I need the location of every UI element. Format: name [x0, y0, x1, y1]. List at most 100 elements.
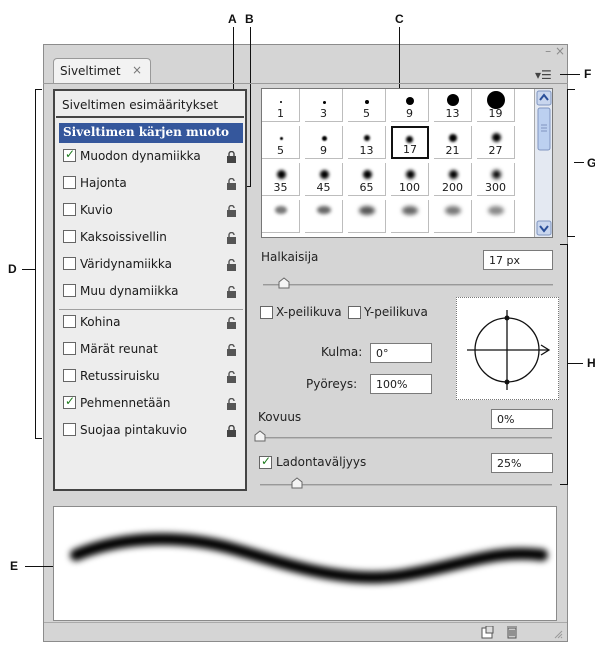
checkbox[interactable]: [63, 315, 76, 328]
list-item-protect-texture[interactable]: Suojaa pintakuvio: [59, 423, 243, 443]
brush-tip-cell[interactable]: 1: [262, 89, 300, 122]
brush-tip-cell[interactable]: 21: [434, 126, 472, 159]
brush-tip-cell[interactable]: 5: [348, 89, 386, 122]
angle-field[interactable]: 0°: [370, 343, 432, 363]
brush-size-label: 300: [485, 181, 506, 194]
list-item-wet-edges[interactable]: Märät reunat: [59, 342, 243, 362]
angle-roundness-preview[interactable]: [456, 297, 559, 400]
brush-size-label: 17: [403, 143, 417, 156]
checkbox[interactable]: [63, 369, 76, 382]
flyout-menu-icon[interactable]: ▾☰: [535, 68, 552, 82]
unlock-icon[interactable]: [226, 344, 237, 357]
spacing-checkbox[interactable]: [259, 454, 272, 469]
list-item-noise[interactable]: Kohina: [59, 315, 243, 335]
checkbox[interactable]: [63, 257, 76, 270]
list-item-label: Muodon dynamiikka: [80, 149, 201, 163]
tab-brushes[interactable]: Siveltimet ×: [53, 58, 151, 83]
hardness-slider-thumb[interactable]: [254, 430, 266, 442]
brush-tip-cell[interactable]: [262, 200, 300, 233]
trash-icon[interactable]: [506, 625, 518, 639]
grid-scrollbar[interactable]: [534, 89, 552, 237]
brush-tip-cell[interactable]: [434, 200, 472, 233]
list-item-shape-dynamics[interactable]: Muodon dynamiikka: [59, 147, 243, 169]
brush-tip-cell[interactable]: 19: [477, 89, 515, 122]
brush-tip-cell[interactable]: [305, 200, 343, 233]
roundness-label: Pyöreys:: [306, 377, 358, 391]
checkbox[interactable]: [63, 230, 76, 243]
diameter-slider-track[interactable]: [263, 284, 553, 286]
brush-tip-cell[interactable]: 13: [348, 126, 386, 159]
bracket-g-top: [568, 89, 575, 90]
brush-tip-cell[interactable]: 9: [391, 89, 429, 122]
diameter-slider-thumb[interactable]: [278, 277, 290, 289]
list-item-smoothing[interactable]: Pehmennetään: [59, 394, 243, 416]
checkbox[interactable]: [63, 203, 76, 216]
window-controls: – ×: [545, 44, 565, 58]
unlock-icon[interactable]: [226, 259, 237, 272]
unlock-icon[interactable]: [226, 317, 237, 330]
brush-tip-cell[interactable]: 9: [305, 126, 343, 159]
checkbox[interactable]: [63, 284, 76, 297]
checkbox[interactable]: [63, 423, 76, 436]
hardness-slider-track[interactable]: [260, 437, 552, 439]
hardness-field[interactable]: 0%: [491, 409, 553, 429]
roundness-field[interactable]: 100%: [370, 374, 432, 394]
list-item-brush-tip-shape[interactable]: Siveltimen kärjen muoto: [59, 123, 243, 143]
bracket-h-top: [560, 244, 568, 245]
brush-tip-cell[interactable]: 5: [262, 126, 300, 159]
brush-tip-cell[interactable]: 35: [262, 163, 300, 196]
lock-icon[interactable]: [226, 151, 237, 164]
brush-size-label: 21: [445, 144, 460, 157]
new-brush-icon[interactable]: [481, 626, 494, 639]
unlock-icon[interactable]: [226, 205, 237, 218]
spacing-slider-thumb[interactable]: [291, 477, 303, 489]
list-item-color-dynamics[interactable]: Väridynamiikka: [59, 257, 243, 277]
brush-tip-cell[interactable]: 200: [434, 163, 472, 196]
minimize-icon[interactable]: –: [545, 44, 551, 58]
checkbox[interactable]: [63, 342, 76, 355]
brush-tip-cell[interactable]: 45: [305, 163, 343, 196]
list-item-dual-brush[interactable]: Kaksoissivellin: [59, 230, 243, 250]
unlock-icon[interactable]: [226, 286, 237, 299]
brush-tip-cell-selected[interactable]: 17: [391, 126, 429, 159]
scrollbar-graphic: [536, 90, 552, 236]
flip-y-checkbox[interactable]: [348, 306, 361, 319]
list-item-texture[interactable]: Kuvio: [59, 203, 243, 223]
brush-size-label: 13: [359, 144, 374, 157]
brush-tip-grid: 1 3 5 9 13 19 5 9 13 17 21 27 35 45 65 1…: [261, 88, 553, 238]
spacing-slider-track[interactable]: [260, 484, 552, 486]
list-item-other-dynamics[interactable]: Muu dynamiikka: [59, 284, 243, 304]
callout-line-h: [567, 363, 583, 364]
brush-presets-button[interactable]: Siveltimen esimääritykset: [56, 92, 244, 118]
brush-tip-cell[interactable]: [348, 200, 386, 233]
unlock-icon[interactable]: [226, 232, 237, 245]
list-item-airbrush[interactable]: Retussiruisku: [59, 369, 243, 389]
brush-tip-cell[interactable]: 65: [348, 163, 386, 196]
diameter-field[interactable]: 17 px: [483, 250, 553, 270]
brush-tip-cell[interactable]: [477, 200, 515, 233]
checkbox[interactable]: [63, 394, 76, 409]
brush-tip-cell[interactable]: [391, 200, 429, 233]
resize-grip-icon[interactable]: [553, 629, 563, 639]
spacing-field[interactable]: 25%: [491, 453, 553, 473]
brush-tip-cell[interactable]: 3: [305, 89, 343, 122]
bracket-g-bottom: [568, 236, 575, 237]
callout-g: G: [587, 156, 595, 170]
checkbox[interactable]: [63, 147, 76, 162]
panel-close-icon[interactable]: ×: [555, 44, 565, 58]
bracket-h-bottom: [560, 484, 568, 485]
flip-x-checkbox[interactable]: [260, 306, 273, 319]
brush-tip-cell[interactable]: 13: [434, 89, 472, 122]
tab-divider: [43, 83, 568, 84]
list-item-label: Väridynamiikka: [80, 257, 172, 271]
tab-close-icon[interactable]: ×: [132, 63, 142, 77]
unlock-icon[interactable]: [226, 371, 237, 384]
list-item-scattering[interactable]: Hajonta: [59, 176, 243, 196]
brush-tip-cell[interactable]: 27: [477, 126, 515, 159]
brush-tip-cell[interactable]: 300: [477, 163, 515, 196]
unlock-icon[interactable]: [226, 398, 237, 411]
lock-icon[interactable]: [226, 425, 237, 438]
brush-tip-cell[interactable]: 100: [391, 163, 429, 196]
checkbox[interactable]: [63, 176, 76, 189]
unlock-icon[interactable]: [226, 178, 237, 191]
